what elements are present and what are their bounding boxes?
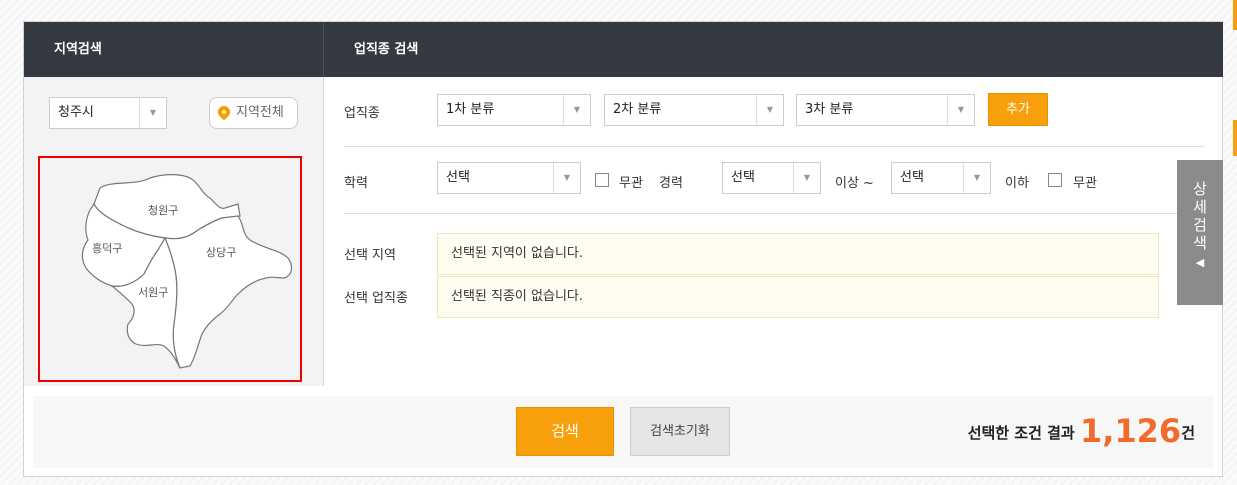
search-button[interactable]: 검색 — [516, 407, 614, 456]
chevron-down-icon: ▼ — [947, 95, 974, 125]
chevron-down-icon: ▼ — [793, 163, 820, 193]
arrow-left-icon: ◀ — [1195, 256, 1205, 269]
divider — [344, 213, 1204, 214]
edge-accent-mid — [1233, 120, 1237, 156]
education-select-value: 선택 — [446, 170, 470, 185]
search-panel: 지역검색 업직종 검색 청주시 ▼ 지역전체 청원구 흥덕구 상당구 서원구 업… — [23, 21, 1223, 477]
district-map-svg: 청원구 흥덕구 상당구 서원구 — [81, 174, 293, 369]
job-search-header: 업직종 검색 — [324, 22, 1223, 77]
search-action-bar: 검색 검색초기화 선택한 조건 결과 1,126건 — [33, 396, 1213, 468]
region-panel: 청주시 ▼ 지역전체 청원구 흥덕구 상당구 서원구 — [24, 77, 324, 386]
career-no-matter-checkbox[interactable] — [1048, 173, 1062, 187]
selected-region-label: 선택 지역 — [344, 248, 396, 263]
reset-search-button[interactable]: 검색초기화 — [630, 407, 730, 456]
edge-accent-top — [1233, 0, 1237, 30]
education-select[interactable]: 선택 ▼ — [437, 162, 581, 194]
side-tab-char: 세 — [1193, 198, 1207, 216]
selected-job-label: 선택 업직종 — [344, 291, 408, 306]
map-label-sangdang: 상당구 — [206, 246, 236, 259]
education-no-matter-checkbox[interactable] — [595, 173, 609, 187]
add-job-button[interactable]: 추가 — [988, 93, 1048, 126]
job-label: 업직종 — [344, 106, 380, 121]
job-select-3[interactable]: 3차 분류 ▼ — [796, 94, 975, 126]
result-summary: 선택한 조건 결과 1,126건 — [968, 412, 1195, 450]
map-label-seowon: 서원구 — [138, 286, 168, 299]
career-above-label: 이상 ~ — [835, 176, 874, 191]
career-label: 경력 — [659, 176, 683, 191]
job-select-1-value: 1차 분류 — [446, 102, 495, 117]
chevron-down-icon: ▼ — [963, 163, 990, 193]
education-no-matter-label: 무관 — [619, 176, 643, 191]
side-tab-char: 색 — [1193, 234, 1207, 252]
job-select-3-value: 3차 분류 — [805, 102, 854, 117]
career-min-value: 선택 — [731, 170, 755, 185]
education-label: 학력 — [344, 176, 368, 191]
chevron-down-icon: ▼ — [553, 163, 580, 193]
side-tab-char: 검 — [1193, 216, 1207, 234]
city-select-value: 청주시 — [58, 105, 94, 120]
career-below-label: 이하 — [1005, 176, 1029, 191]
career-no-matter-label: 무관 — [1073, 176, 1097, 191]
chevron-down-icon: ▼ — [139, 98, 166, 128]
region-search-header: 지역검색 — [24, 22, 324, 77]
district-map: 청원구 흥덕구 상당구 서원구 — [38, 156, 302, 382]
career-max-select[interactable]: 선택 ▼ — [891, 162, 991, 194]
selected-job-box: 선택된 직종이 없습니다. — [437, 276, 1159, 318]
job-select-1[interactable]: 1차 분류 ▼ — [437, 94, 591, 126]
job-select-2[interactable]: 2차 분류 ▼ — [604, 94, 784, 126]
region-all-button[interactable]: 지역전체 — [209, 97, 298, 129]
map-label-cheongwon: 청원구 — [148, 204, 178, 217]
career-min-select[interactable]: 선택 ▼ — [722, 162, 821, 194]
side-tab-char: 상 — [1193, 180, 1207, 198]
chevron-down-icon: ▼ — [563, 95, 590, 125]
result-count: 1,126 — [1079, 412, 1182, 450]
divider — [344, 146, 1204, 147]
map-district-sangdang[interactable] — [164, 215, 293, 369]
location-pin-icon — [215, 103, 233, 121]
city-select[interactable]: 청주시 ▼ — [49, 97, 167, 129]
region-all-label: 지역전체 — [236, 105, 284, 120]
chevron-down-icon: ▼ — [756, 95, 783, 125]
map-label-heungdeok: 흥덕구 — [92, 241, 122, 255]
job-select-2-value: 2차 분류 — [613, 102, 662, 117]
selected-region-box: 선택된 지역이 없습니다. — [437, 233, 1159, 275]
result-suffix: 건 — [1181, 424, 1195, 442]
career-max-value: 선택 — [900, 170, 924, 185]
advanced-search-tab[interactable]: 상 세 검 색 ◀ — [1177, 160, 1223, 305]
result-prefix: 선택한 조건 결과 — [967, 424, 1075, 442]
